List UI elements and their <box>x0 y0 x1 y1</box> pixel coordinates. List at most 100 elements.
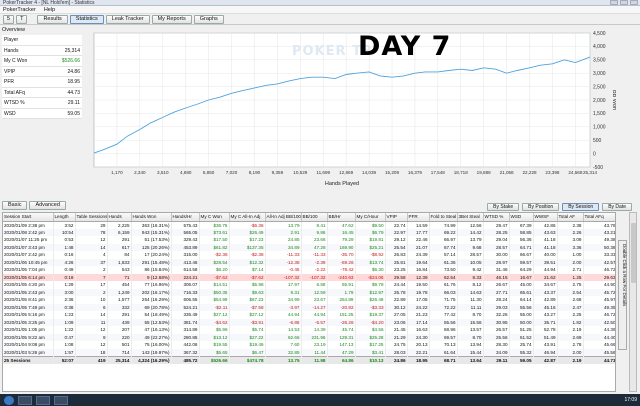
table-row[interactable]: 2020/01/06 10:45 pm 4:26 37 1,833 291 (15.48… <box>3 258 615 266</box>
table-cell: 35.71 <box>533 318 558 326</box>
column-header[interactable]: BB/100 <box>301 213 328 222</box>
table-cell: 6,159 <box>107 228 132 236</box>
column-header[interactable]: My C Won <box>199 213 230 222</box>
column-header[interactable]: My C All-In Adj <box>229 213 266 222</box>
column-header[interactable]: VPIP <box>385 213 408 222</box>
taskbar-app-icon[interactable] <box>54 395 68 405</box>
tab-graphs[interactable]: Graphs <box>193 14 224 24</box>
menu-item-help[interactable]: Help <box>44 6 55 13</box>
tab-advanced[interactable]: Advanced <box>29 201 66 210</box>
table-cell: 17 (20.24%) <box>131 251 172 259</box>
column-header[interactable]: PFR <box>407 213 430 222</box>
column-header[interactable]: WWSF <box>533 213 558 222</box>
table-cell: 0:19 <box>53 273 76 281</box>
table-total-row[interactable]: 25 Sessions 52:07 419 25,314 4,324 (16.29%) 4… <box>3 355 615 364</box>
tab-statistics[interactable]: Statistics <box>69 14 104 24</box>
table-cell: 2020/01/04 9:08 pm <box>3 341 54 349</box>
table-row[interactable]: 2020/01/05 5:16 pm 1:23 14 291 54 (18.49%) 33… <box>3 311 615 319</box>
table-row[interactable]: 2020/01/05 8:41 pm 2:36 10 1,577 254 (16.29%… <box>3 296 615 304</box>
table-row[interactable]: 2020/01/07 11:25 pm 0:53 12 291 51 (17.53%) 3… <box>3 236 615 244</box>
table-cell: 49 (22.27%) <box>131 333 172 341</box>
tab-leak-tracker[interactable]: Leak Tracker <box>105 14 150 24</box>
table-cell: 2.47 <box>557 303 584 311</box>
close-icon[interactable] <box>630 0 638 5</box>
tab-basic[interactable]: Basic <box>2 201 28 210</box>
table-cell: 55 (12.53%) <box>131 318 172 326</box>
column-header[interactable]: Total AFq <box>583 213 615 222</box>
table-row[interactable]: 2020/01/07 2:42 pm 0:16 4 84 17 (20.24%) 315.… <box>3 251 615 259</box>
table-row[interactable]: 2020/01/05 6:14 pm 0:19 7 71 9 (12.68%) 224.2… <box>3 273 615 281</box>
column-header[interactable]: WTSD % <box>483 213 510 222</box>
table-cell: 45.16 <box>533 303 558 311</box>
by-position-button[interactable]: By Position <box>522 203 560 211</box>
by-date-button[interactable]: By Date <box>602 203 632 211</box>
table-row[interactable]: 2020/01/08 2:42 pm 10:54 78 6,159 943 (15.31… <box>3 228 615 236</box>
table-row[interactable]: 2020/01/05 9:22 am 0:47 9 220 49 (22.27%) 280… <box>3 333 615 341</box>
taskbar-app-icon[interactable] <box>18 395 32 405</box>
table-cell: 64.29 <box>509 266 534 274</box>
table-row[interactable]: 2020/01/05 4:20 pm 1:29 17 454 77 (16.96%) 30… <box>3 281 615 289</box>
column-header[interactable]: Table Sessions <box>75 213 108 222</box>
minimize-icon[interactable] <box>610 0 618 5</box>
table-cell: 62.66 <box>265 333 302 341</box>
table-row[interactable]: 2020/01/05 7:49 pm 0:38 6 332 69 (20.78%) 524… <box>3 303 615 311</box>
column-header[interactable]: Hands <box>107 213 132 222</box>
table-cell: 2020/01/05 4:20 pm <box>3 281 54 289</box>
table-cell: 47 (16.13%) <box>131 326 172 334</box>
nav-button-t[interactable]: T <box>16 14 28 24</box>
column-header[interactable]: Session Start <box>3 213 54 222</box>
table-cell: 224.21 <box>171 273 200 281</box>
column-header[interactable]: My C/Hour <box>355 213 386 222</box>
table-cell: 31.46 <box>483 266 510 274</box>
table-cell: 46.72 <box>583 311 615 319</box>
taskbar-app-icon[interactable] <box>36 395 50 405</box>
table-row[interactable]: 2020/01/09 2:38 pm 3:52 29 2,225 363 (16.31%… <box>3 221 615 229</box>
table-row[interactable]: 2020/01/05 2:43 pm 3:00 2 1,249 202 (16.17%)… <box>3 288 615 296</box>
tab-results[interactable]: Results <box>37 14 68 24</box>
table-cell: 13.94 <box>457 341 484 349</box>
column-header[interactable]: Fold to Steal <box>429 213 458 222</box>
table-cell: $6.47 <box>229 348 266 356</box>
column-header[interactable]: All-In Adj BB/100 <box>265 213 302 222</box>
table-cell: 1:08 <box>53 341 76 349</box>
menu-item-pokertracker[interactable]: PokerTracker <box>3 6 36 13</box>
nav-button-5[interactable]: 5 <box>3 14 15 24</box>
tab-my-reports[interactable]: My Reports <box>151 14 192 24</box>
column-header[interactable]: Total AF <box>557 213 584 222</box>
table-cell: 8.12 <box>457 281 484 289</box>
by-stake-button[interactable]: By Stake <box>487 203 520 211</box>
x-tick-label: 12,869 <box>339 170 353 175</box>
table-row[interactable]: 2020/01/04 9:08 pm 1:08 12 501 75 (16.00%) 44… <box>3 341 615 349</box>
column-header[interactable]: WSD <box>509 213 534 222</box>
table-cell: 78 <box>75 228 108 236</box>
table-row[interactable]: 2020/01/05 3:25 pm 1:09 11 439 55 (12.53%) 38… <box>3 318 615 326</box>
taskbar-clock: 17:09 <box>624 397 637 403</box>
column-header[interactable]: Hands Won <box>131 213 172 222</box>
row-details-tab[interactable]: Double Click a Row For Details <box>618 240 627 350</box>
start-icon[interactable] <box>4 395 14 405</box>
table-scrollbar[interactable] <box>629 212 637 392</box>
table-row[interactable]: 2020/01/07 3:43 pm 1:48 14 617 125 (20.26%) 4… <box>3 243 615 251</box>
table-cell: 77.42 <box>429 311 458 319</box>
overview-value: 18.95 <box>67 79 80 85</box>
maximize-icon[interactable] <box>620 0 628 5</box>
table-cell: 45.66 <box>583 341 615 349</box>
table-cell: 25.74 <box>509 341 534 349</box>
table-row[interactable]: 2020/01/05 7:04 pm 0:49 2 543 86 (15.84%) 614… <box>3 266 615 274</box>
table-cell: 43.91 <box>533 341 558 349</box>
table-cell: 47.28 <box>301 243 328 251</box>
table-cell: 1.25 <box>557 273 584 281</box>
table-cell: $7.14 <box>229 266 266 274</box>
table-cell: 12 <box>75 341 108 349</box>
column-header[interactable]: Hands/Hr <box>171 213 200 222</box>
table-row[interactable]: 2020/01/03 5:26 pm 1:57 18 714 143 (19.97%) 3… <box>3 348 615 356</box>
table-cell: 207 <box>107 326 132 334</box>
scrollbar-thumb[interactable] <box>631 223 636 283</box>
column-header[interactable]: BB/Hr <box>327 213 356 222</box>
by-session-button[interactable]: By Session <box>562 203 600 211</box>
column-header[interactable]: 3Bet Steal <box>457 213 484 222</box>
overview-label: VPIP <box>4 68 16 75</box>
table-row[interactable]: 2020/01/05 1:05 pm 1:22 12 207 47 (16.13%) 31… <box>3 326 615 334</box>
column-header[interactable]: Length <box>53 213 76 222</box>
table-cell: 524.21 <box>171 303 200 311</box>
